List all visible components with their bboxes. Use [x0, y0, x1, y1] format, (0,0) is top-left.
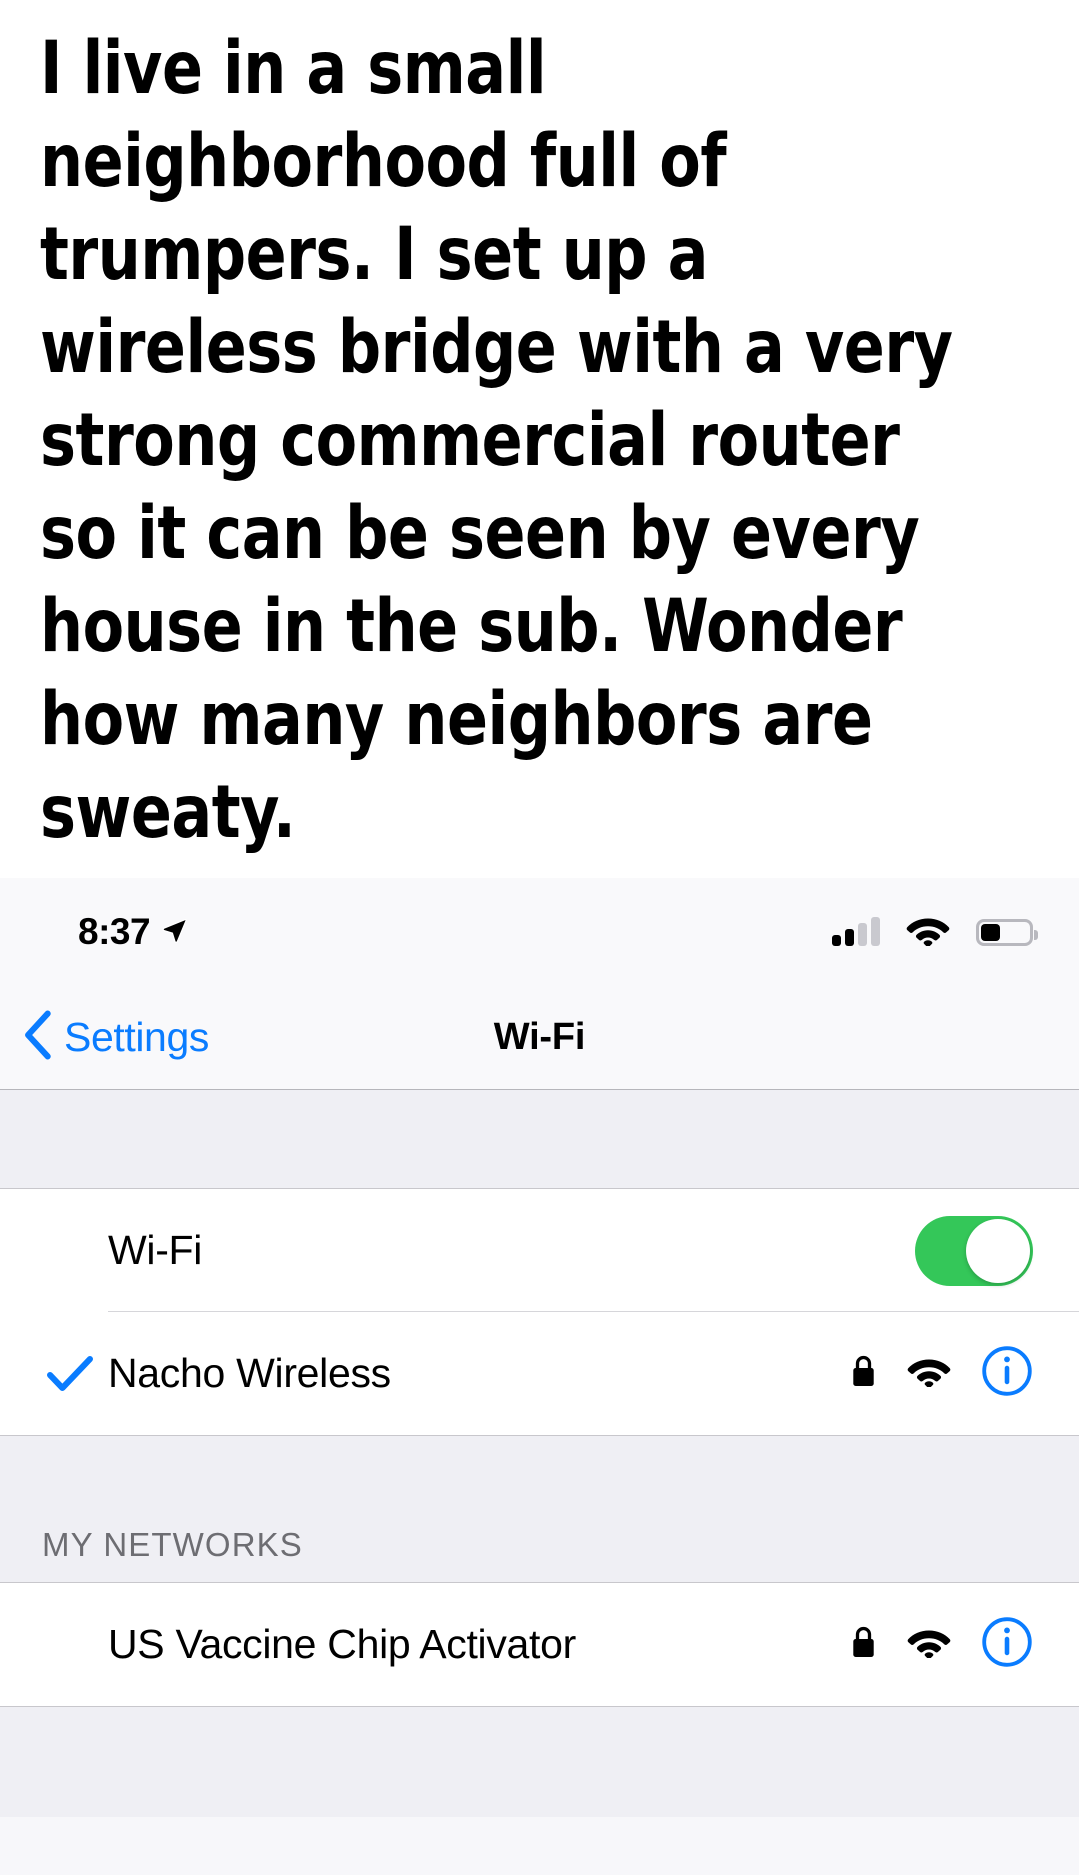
checkmark-icon: [46, 1354, 108, 1394]
meme-caption-text: I live in a small neighborhood full of t…: [40, 26, 974, 855]
network-row-us-vaccine-chip-activator[interactable]: US Vaccine Chip Activator: [0, 1583, 1079, 1706]
lock-icon: [850, 1353, 877, 1394]
network-name: US Vaccine Chip Activator: [108, 1621, 577, 1667]
wifi-toggle-switch[interactable]: [915, 1215, 1033, 1286]
row-trailing-slot: [915, 1215, 1033, 1286]
section-gap-top: [0, 1090, 1079, 1189]
toggle-knob: [966, 1218, 1030, 1283]
wifi-toggle-label: Wi-Fi: [108, 1227, 203, 1273]
ios-screenshot: 8:37 Settings Wi-Fi Wi-Fi Nacho Wireless…: [0, 878, 1079, 1875]
status-bar: 8:37: [0, 878, 1079, 986]
info-circle-icon[interactable]: [981, 1345, 1033, 1402]
row-trailing-slot: [850, 1345, 1033, 1402]
status-bar-left: 8:37: [78, 911, 188, 953]
section-header-my-networks: MY NETWORKS: [0, 1435, 1079, 1583]
chevron-left-icon: [22, 1010, 52, 1065]
meme-caption-block: I live in a small neighborhood full of t…: [0, 0, 1079, 878]
battery-icon: [976, 918, 1038, 946]
info-circle-icon[interactable]: [981, 1616, 1033, 1673]
back-button[interactable]: Settings: [0, 1010, 209, 1065]
status-time: 8:37: [78, 911, 151, 952]
wifi-icon: [906, 914, 950, 951]
row-trailing-slot: [850, 1616, 1033, 1673]
status-bar-right: [832, 914, 1038, 951]
wifi-section: Wi-Fi Nacho Wireless: [0, 1189, 1079, 1435]
back-button-label: Settings: [64, 1014, 209, 1060]
network-name: Nacho Wireless: [108, 1350, 391, 1396]
section-header-label: MY NETWORKS: [42, 1526, 303, 1563]
wifi-icon: [907, 1626, 951, 1663]
section-gap-bottom: [0, 1706, 1079, 1817]
my-networks-section: US Vaccine Chip Activator: [0, 1583, 1079, 1706]
network-row-nacho-wireless[interactable]: Nacho Wireless: [0, 1312, 1079, 1435]
wifi-icon: [907, 1355, 951, 1392]
location-arrow-icon: [160, 916, 188, 949]
cellular-signal-icon: [832, 917, 880, 946]
wifi-toggle-row[interactable]: Wi-Fi: [0, 1189, 1079, 1312]
nav-bar: Settings Wi-Fi: [0, 986, 1079, 1090]
lock-icon: [850, 1624, 877, 1665]
